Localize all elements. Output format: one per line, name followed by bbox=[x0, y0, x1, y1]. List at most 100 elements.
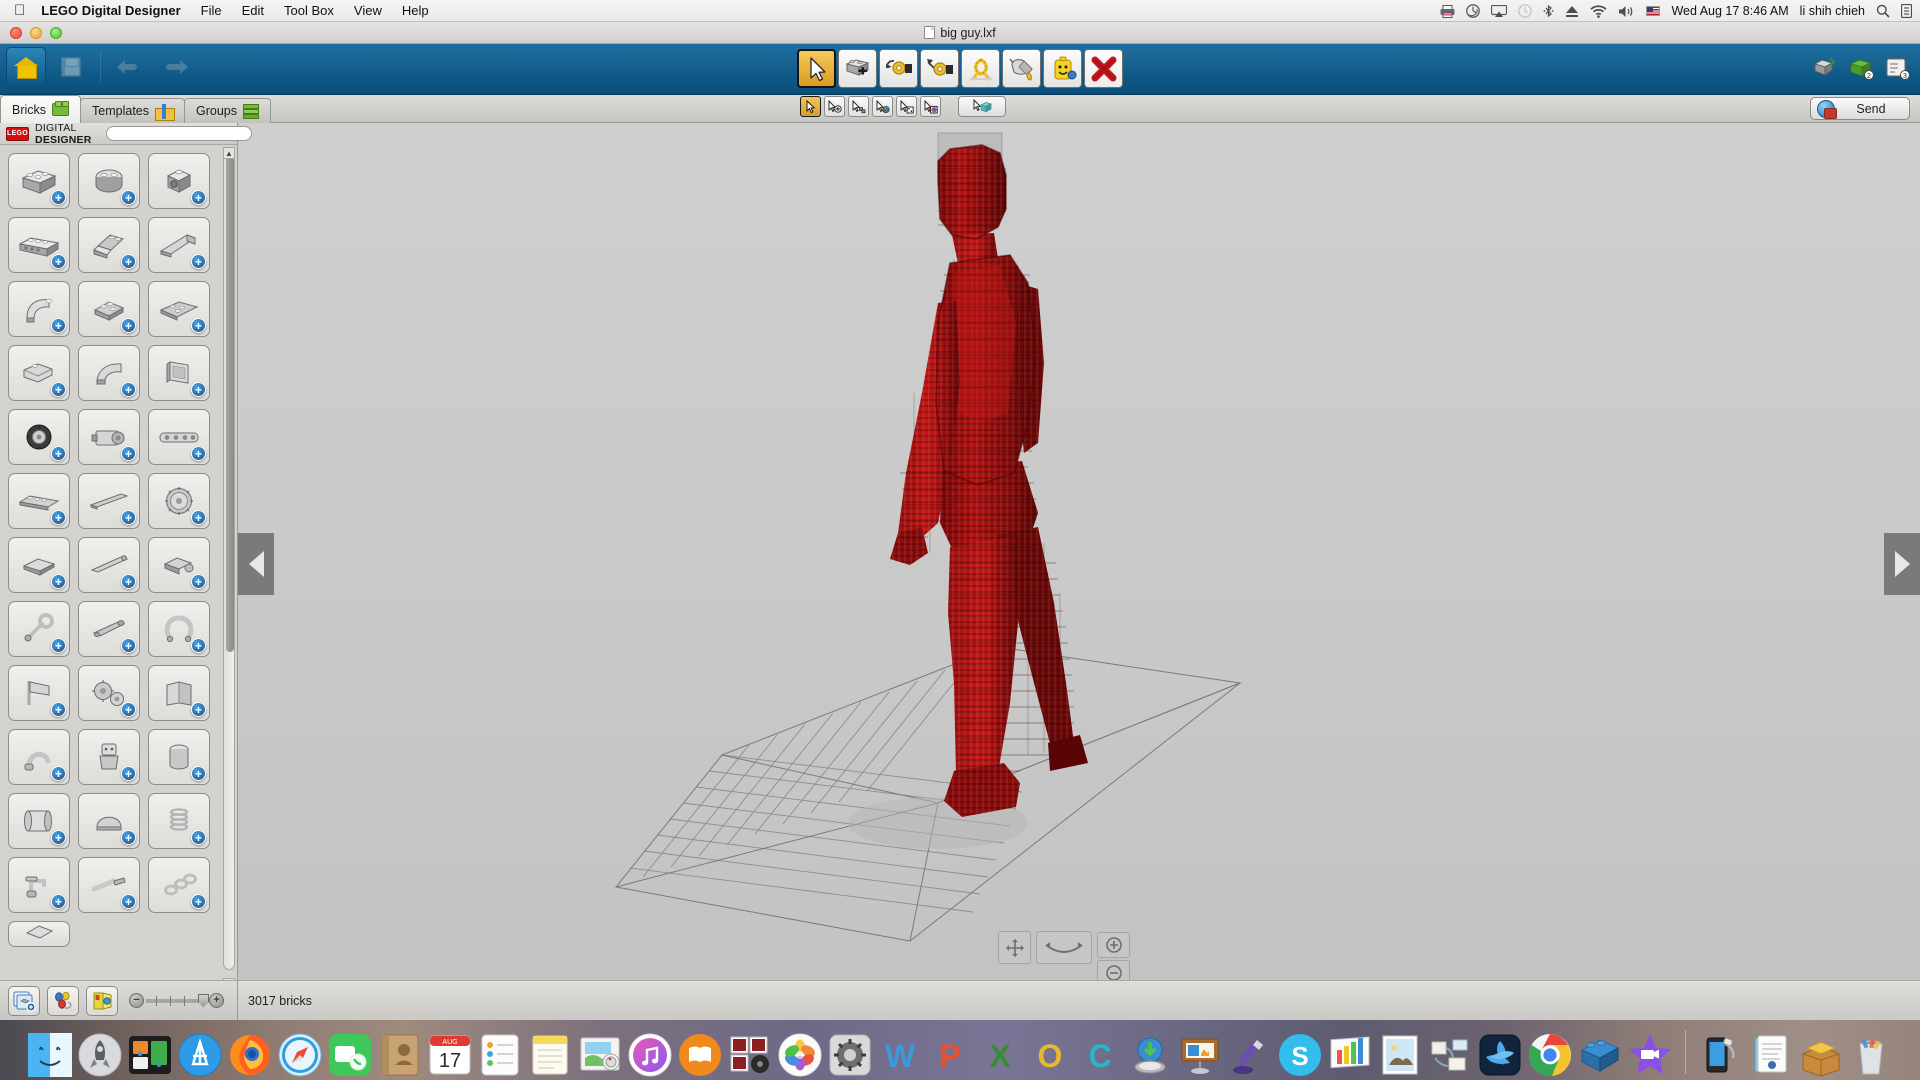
add-brick-badge[interactable]: + bbox=[191, 574, 206, 589]
menu-edit[interactable]: Edit bbox=[242, 3, 264, 18]
flag-part[interactable]: + bbox=[8, 665, 70, 721]
clock-history-icon[interactable] bbox=[1518, 0, 1533, 22]
home-button[interactable] bbox=[6, 47, 46, 87]
minifig-torso[interactable]: + bbox=[78, 729, 140, 785]
brick-round-2x2[interactable]: + bbox=[78, 153, 140, 209]
plate-1x6[interactable]: + bbox=[8, 473, 70, 529]
add-brick-badge[interactable]: + bbox=[121, 382, 136, 397]
hinge-plate[interactable]: + bbox=[148, 537, 210, 593]
bar-element[interactable]: + bbox=[78, 537, 140, 593]
redo-button[interactable] bbox=[155, 47, 195, 87]
select-single-tool[interactable] bbox=[800, 96, 821, 117]
add-brick-badge[interactable]: + bbox=[51, 574, 66, 589]
cylinder-part[interactable]: + bbox=[148, 729, 210, 785]
color-picker-button[interactable] bbox=[47, 985, 79, 1016]
3d-canvas[interactable] bbox=[238, 123, 1920, 1020]
bluetooth-icon[interactable] bbox=[1543, 0, 1554, 22]
book-part[interactable]: + bbox=[148, 665, 210, 721]
decoration-button[interactable] bbox=[86, 985, 118, 1016]
paint-tool[interactable] bbox=[1002, 49, 1041, 88]
slope-2x2[interactable]: + bbox=[78, 217, 140, 273]
add-brick-badge[interactable]: + bbox=[121, 766, 136, 781]
add-brick-badge[interactable]: + bbox=[121, 830, 136, 845]
add-brick-badge[interactable]: + bbox=[191, 702, 206, 717]
add-brick-badge[interactable]: + bbox=[121, 894, 136, 909]
dock-ibooks[interactable] bbox=[677, 1032, 723, 1078]
tap-part[interactable]: + bbox=[8, 857, 70, 913]
select-colorshape-tool[interactable] bbox=[920, 96, 941, 117]
brick-size-slider[interactable]: − + bbox=[129, 993, 224, 1008]
dock-photo-booth[interactable] bbox=[577, 1032, 623, 1078]
wrench-tool-part[interactable]: + bbox=[8, 601, 70, 657]
slider-track[interactable] bbox=[146, 995, 202, 1006]
dock-battle-net[interactable] bbox=[1477, 1032, 1523, 1078]
add-brick-badge[interactable]: + bbox=[191, 638, 206, 653]
apple-logo-icon[interactable]:  bbox=[14, 3, 25, 18]
dock-itunes[interactable] bbox=[627, 1032, 673, 1078]
add-brick-badge[interactable]: + bbox=[191, 766, 206, 781]
save-button[interactable] bbox=[51, 47, 91, 87]
menu-app-name[interactable]: LEGO Digital Designer bbox=[41, 3, 180, 18]
menu-view[interactable]: View bbox=[354, 3, 382, 18]
select-connected-tool[interactable] bbox=[958, 96, 1006, 117]
brick-1x6-technic[interactable]: + bbox=[8, 217, 70, 273]
add-brick-badge[interactable]: + bbox=[191, 190, 206, 205]
prev-view-button[interactable] bbox=[238, 533, 274, 595]
add-brick-badge[interactable]: + bbox=[121, 574, 136, 589]
spring-part[interactable]: + bbox=[148, 793, 210, 849]
dock-itunes-sync[interactable] bbox=[1698, 1032, 1744, 1078]
dock-notes[interactable] bbox=[527, 1032, 573, 1078]
dock-outlook[interactable]: O bbox=[1027, 1032, 1073, 1078]
notification-center-icon[interactable] bbox=[1901, 0, 1912, 22]
tile-1x2[interactable]: + bbox=[8, 537, 70, 593]
telescope-part[interactable]: + bbox=[78, 601, 140, 657]
menu-file[interactable]: File bbox=[201, 3, 222, 18]
palette-scrollbar[interactable] bbox=[223, 149, 235, 970]
menubar-username[interactable]: li shih chieh bbox=[1800, 4, 1865, 18]
minimize-button[interactable] bbox=[30, 27, 42, 39]
wedge-slope[interactable]: + bbox=[148, 217, 210, 273]
flex-tool[interactable] bbox=[961, 49, 1000, 88]
dock-facetime[interactable] bbox=[327, 1032, 373, 1078]
add-brick-badge[interactable]: + bbox=[121, 318, 136, 333]
zoom-in-button[interactable] bbox=[1097, 932, 1130, 958]
hinge-tool[interactable] bbox=[879, 49, 918, 88]
dock-numbers[interactable] bbox=[1327, 1032, 1373, 1078]
search-icon[interactable] bbox=[1876, 0, 1890, 22]
dock-photos[interactable] bbox=[777, 1032, 823, 1078]
curved-brick[interactable]: + bbox=[8, 281, 70, 337]
volume-icon[interactable] bbox=[1618, 0, 1635, 22]
add-brick-badge[interactable]: + bbox=[51, 766, 66, 781]
slope-inverted[interactable]: + bbox=[8, 345, 70, 401]
menu-tool-box[interactable]: Tool Box bbox=[284, 3, 334, 18]
dock-app-store[interactable] bbox=[177, 1032, 223, 1078]
new-group-button[interactable] bbox=[8, 985, 40, 1016]
dock-word[interactable]: W bbox=[877, 1032, 923, 1078]
dock-onedrive[interactable]: C bbox=[1077, 1032, 1123, 1078]
panel-1x4x3[interactable]: + bbox=[148, 345, 210, 401]
dock-photobooth2[interactable] bbox=[727, 1032, 773, 1078]
add-brick-badge[interactable]: + bbox=[51, 894, 66, 909]
selection-tool[interactable] bbox=[797, 49, 836, 88]
add-brick-badge[interactable]: + bbox=[51, 446, 66, 461]
dock-preview[interactable] bbox=[1377, 1032, 1423, 1078]
dock-powerpoint[interactable]: P bbox=[927, 1032, 973, 1078]
add-brick-badge[interactable]: + bbox=[191, 510, 206, 525]
printer-icon[interactable] bbox=[1440, 0, 1455, 22]
minus-circle-icon[interactable]: − bbox=[129, 993, 144, 1008]
helmet-part[interactable]: + bbox=[78, 793, 140, 849]
dock-downloads-stack[interactable] bbox=[1798, 1032, 1844, 1078]
dock-skype[interactable]: S bbox=[1277, 1032, 1323, 1078]
menu-help[interactable]: Help bbox=[402, 3, 429, 18]
eject-icon[interactable] bbox=[1565, 0, 1579, 22]
tire-wheel[interactable]: + bbox=[8, 409, 70, 465]
scroll-up-arrow[interactable]: ▲ bbox=[223, 147, 235, 159]
dock-reminders[interactable] bbox=[477, 1032, 523, 1078]
add-brick-badge[interactable]: + bbox=[51, 830, 66, 845]
gear-set[interactable]: + bbox=[78, 665, 140, 721]
dock-mission-control[interactable] bbox=[127, 1032, 173, 1078]
menubar-datetime[interactable]: Wed Aug 17 8:46 AM bbox=[1671, 4, 1788, 18]
palette-scroll-thumb[interactable] bbox=[226, 152, 234, 652]
screwdriver-part[interactable]: + bbox=[78, 857, 140, 913]
horseshoe-part[interactable]: + bbox=[148, 601, 210, 657]
